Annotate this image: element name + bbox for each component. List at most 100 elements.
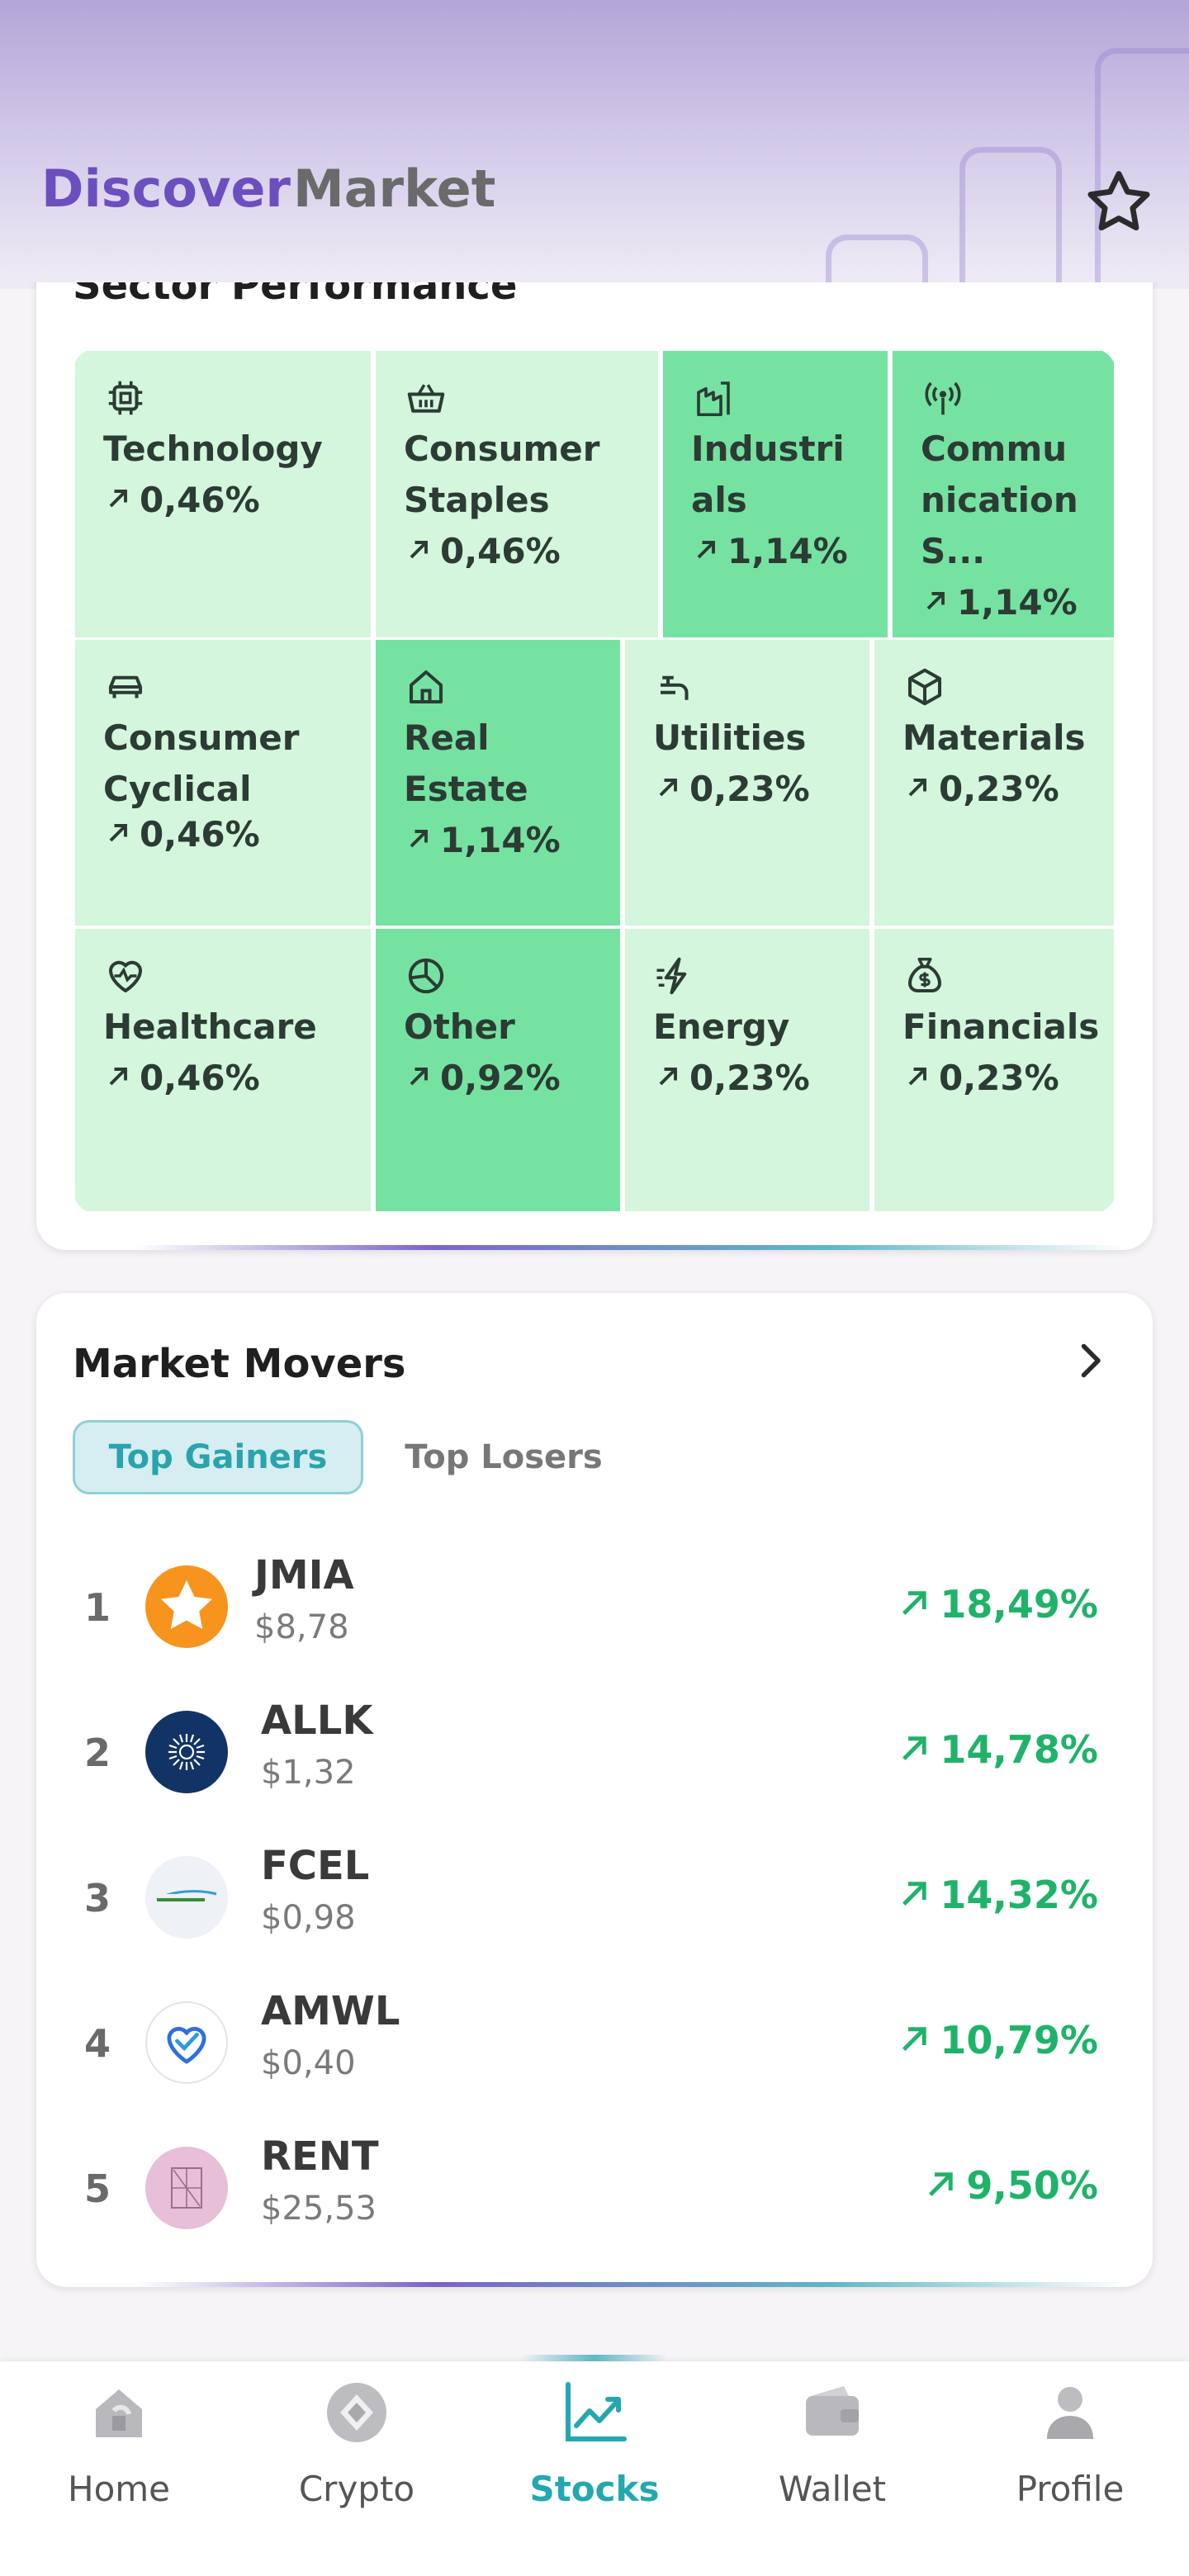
allakos-logo <box>145 1711 228 1793</box>
mover-price: $0,98 <box>261 1899 356 1937</box>
nav-wallet[interactable]: Wallet <box>741 2378 923 2543</box>
nav-stocks[interactable]: Stocks <box>504 2378 685 2543</box>
sector-value: 1,14% <box>691 526 860 577</box>
mover-change-text: 9,50% <box>966 2163 1098 2208</box>
arrow-up-right-icon <box>902 2027 927 2051</box>
mover-price: $8,78 <box>254 1608 349 1646</box>
mover-row[interactable]: 4 AMWL $0,40 10,79% <box>73 1982 1116 2105</box>
nav-home[interactable]: Home <box>28 2378 210 2543</box>
mover-rank: 4 <box>84 2021 111 2066</box>
mover-symbol: AMWL <box>261 1988 400 2034</box>
mover-rank: 2 <box>84 1731 111 1775</box>
sector-title-clip: Sector Performance <box>36 282 1153 307</box>
sector-name: Communication S... <box>921 429 1078 571</box>
arrow-up-right-icon <box>410 541 428 559</box>
stocks-chart-icon <box>566 2382 627 2441</box>
sector-value: 0,46% <box>404 526 630 577</box>
tab-discover[interactable]: Discover <box>41 163 291 215</box>
sector-value: 0,92% <box>404 1053 592 1104</box>
nav-stocks-label: Stocks <box>529 2469 660 2509</box>
sector-tile-communication-services[interactable]: Communication S... 1,14% <box>890 348 1116 641</box>
mover-change-text: 18,49% <box>940 1582 1098 1627</box>
sector-heatmap: Technology 0,46% Consumer Staples 0,46% … <box>73 348 1116 1214</box>
arrow-up-right-icon <box>109 490 127 508</box>
sector-value: 0,46% <box>103 475 343 526</box>
sector-value-text: 0,92% <box>440 1058 561 1098</box>
mover-change-text: 14,78% <box>940 1727 1098 1772</box>
nav-profile-label: Profile <box>1016 2469 1125 2509</box>
mover-change: 10,79% <box>897 2018 1098 2062</box>
tab-market[interactable]: Market <box>293 163 495 215</box>
sector-tile-utilities[interactable]: Utilities 0,23% <box>623 637 872 928</box>
star-icon[interactable] <box>1082 165 1156 239</box>
mover-symbol: RENT <box>261 2133 379 2180</box>
sector-value-text: 0,23% <box>939 769 1059 809</box>
mover-change: 18,49% <box>897 1582 1098 1627</box>
home-icon <box>96 2389 142 2437</box>
decorative-bar <box>959 147 1062 282</box>
sector-name: Consumer Staples <box>404 429 600 520</box>
tab-top-gainers[interactable]: Top Gainers <box>73 1420 363 1494</box>
nav-crypto[interactable]: Crypto <box>266 2378 448 2543</box>
sector-value: 0,23% <box>653 1053 841 1104</box>
mover-rank: 5 <box>84 2166 111 2211</box>
sector-tile-technology[interactable]: Technology 0,46% <box>73 348 373 641</box>
sector-tile-financials[interactable]: Financials 0,23% <box>872 926 1116 1214</box>
sector-tile-real-estate[interactable]: Real Estate 1,14% <box>373 637 623 928</box>
arrow-up-right-icon <box>109 824 127 842</box>
factory-icon <box>691 376 736 420</box>
tab-top-losers[interactable]: Top Losers <box>388 1420 619 1494</box>
sector-value-text: 1,14% <box>957 582 1078 623</box>
chevron-right-icon[interactable] <box>1065 1336 1115 1385</box>
decorative-bar <box>826 234 928 282</box>
sector-value-text: 0,23% <box>939 1058 1059 1098</box>
bolt-icon <box>653 954 698 998</box>
sector-value: 0,23% <box>653 764 841 815</box>
antenna-icon <box>921 376 965 420</box>
cube-icon <box>902 665 947 709</box>
arrow-up-right-icon <box>109 1068 127 1086</box>
sector-tile-healthcare[interactable]: Healthcare 0,46% <box>73 926 373 1214</box>
basket-icon <box>404 376 448 420</box>
sector-name: Energy <box>653 1006 790 1047</box>
nav-home-label: Home <box>67 2469 171 2509</box>
sector-value-text: 0,46% <box>140 814 260 855</box>
arrow-up-right-icon <box>659 1068 677 1086</box>
sector-tile-industrials[interactable]: Industrials 1,14% <box>661 348 890 641</box>
fuelcell-logo <box>145 1856 228 1939</box>
arrow-up-right-icon <box>902 1736 927 1760</box>
mover-row[interactable]: 1 JMIA $8,78 18,49% <box>73 1546 1116 1669</box>
sector-value-text: 0,46% <box>140 1058 260 1098</box>
mover-symbol: FCEL <box>261 1843 370 1889</box>
jumia-logo <box>145 1565 228 1648</box>
mover-row[interactable]: 5 RENT $25,53 9,50% <box>73 2127 1116 2251</box>
mover-row[interactable]: 2 ALLK $1,32 14,78% <box>73 1691 1116 1815</box>
arrow-up-right-icon <box>410 1068 428 1086</box>
mover-rank: 3 <box>84 1876 111 1920</box>
sector-tile-energy[interactable]: Energy 0,23% <box>623 926 872 1214</box>
sector-performance-title-visible: Sector Performance <box>73 282 518 307</box>
mover-row[interactable]: 3 FCEL $0,98 14,32% <box>73 1836 1116 1960</box>
sector-tile-consumer-cyclical[interactable]: Consumer Cyclical 0,46% <box>73 637 373 928</box>
mover-change-text: 14,32% <box>940 1873 1098 1917</box>
money-bag-icon <box>902 954 947 998</box>
rent-logo <box>145 2147 228 2229</box>
arrow-up-right-icon <box>908 1068 926 1086</box>
sector-value: 1,14% <box>921 577 1086 628</box>
sector-value-text: 0,46% <box>440 531 561 571</box>
mover-rank: 1 <box>84 1585 111 1630</box>
sector-value-text: 1,14% <box>440 820 561 860</box>
sector-tile-materials[interactable]: Materials 0,23% <box>872 637 1116 928</box>
arrow-up-right-icon <box>908 779 926 797</box>
sector-name: Real Estate <box>404 717 528 809</box>
amwell-logo <box>145 2001 228 2084</box>
mover-change: 9,50% <box>923 2163 1098 2208</box>
faucet-icon <box>653 665 698 709</box>
mover-change: 14,78% <box>897 1727 1098 1772</box>
sector-value: 0,46% <box>103 1053 343 1104</box>
nav-profile[interactable]: Profile <box>979 2378 1161 2543</box>
sector-tile-consumer-staples[interactable]: Consumer Staples 0,46% <box>373 348 661 641</box>
heart-pulse-icon <box>103 954 148 998</box>
wallet-icon <box>806 2386 859 2436</box>
sector-tile-other[interactable]: Other 0,92% <box>373 926 623 1214</box>
